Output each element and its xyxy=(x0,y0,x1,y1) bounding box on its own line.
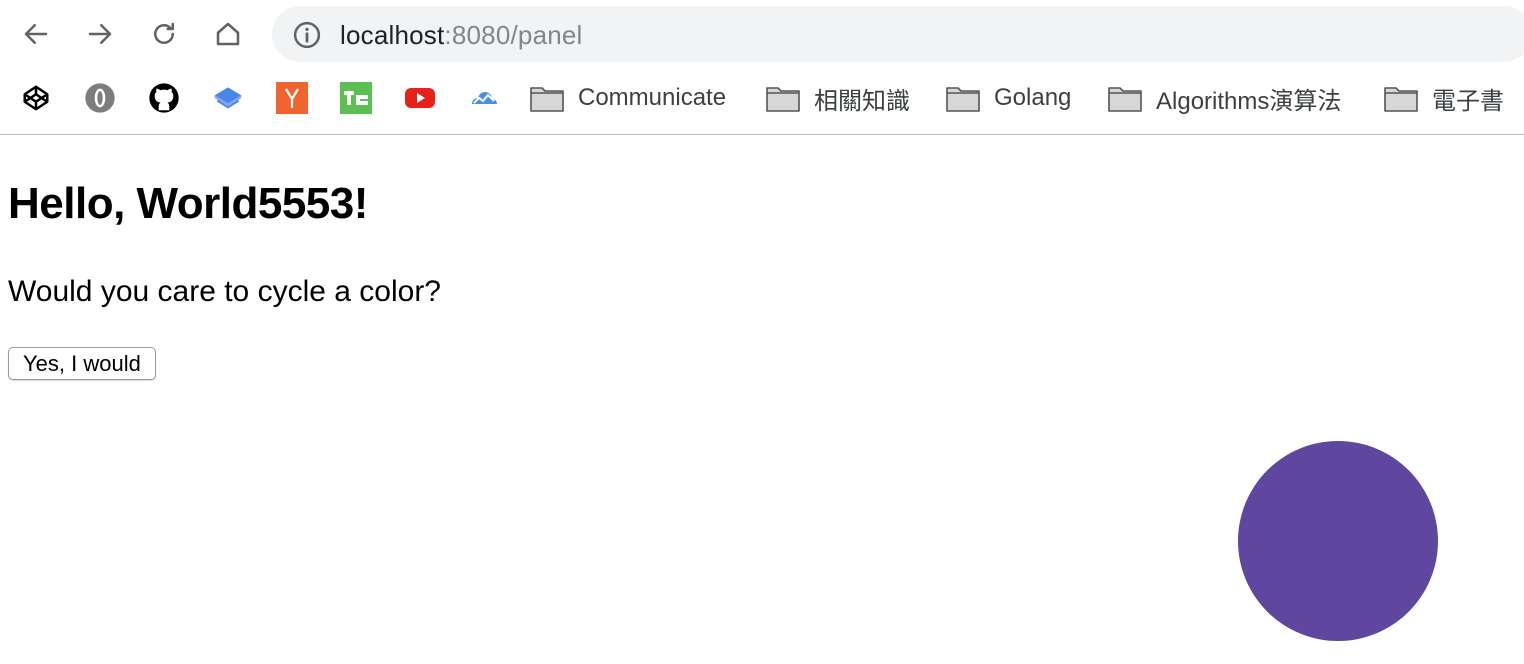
question-text: Would you care to cycle a color? xyxy=(8,275,441,308)
bookmark-youtube[interactable] xyxy=(404,82,436,114)
bookmark-folder-label: 相關知識 xyxy=(814,87,910,115)
bookmark-folder-algorithms[interactable]: Algorithms演算法 xyxy=(1108,80,1341,116)
bookmark-book[interactable] xyxy=(212,82,244,114)
techcrunch-icon xyxy=(340,82,372,114)
forward-arrow-icon xyxy=(88,24,112,44)
page-heading: Hello, World5553! xyxy=(8,179,368,228)
back-arrow-icon xyxy=(24,24,48,44)
ycombinator-icon xyxy=(276,82,308,114)
github-icon xyxy=(149,83,179,113)
youtube-icon xyxy=(405,88,435,108)
bookmarks-bar: Communicate 相關知識 Golang Algorithms演算法 電子… xyxy=(0,68,1524,135)
home-icon xyxy=(216,22,240,46)
cloud-chart-icon xyxy=(472,92,497,104)
address-bar[interactable]: localhost:8080/panel xyxy=(272,6,1524,62)
back-button[interactable] xyxy=(16,14,56,54)
url-text[interactable]: localhost:8080/panel xyxy=(340,20,583,50)
url-path: :8080/panel xyxy=(444,20,583,50)
bookmark-opera[interactable] xyxy=(84,82,116,114)
bookmark-folder-golang[interactable]: Golang xyxy=(946,80,1071,116)
folder-icon xyxy=(530,87,564,112)
bookmark-ycombinator[interactable] xyxy=(276,82,308,114)
reload-icon xyxy=(154,22,174,44)
bookmark-folder-knowledge[interactable]: 相關知識 xyxy=(766,80,910,116)
bookmark-github[interactable] xyxy=(148,82,180,114)
codepen-icon xyxy=(23,85,49,111)
color-circle xyxy=(1238,441,1438,641)
bookmark-folder-ebooks[interactable]: 電子書 xyxy=(1384,80,1504,116)
home-button[interactable] xyxy=(208,14,248,54)
bookmark-codepen[interactable] xyxy=(20,82,52,114)
bookmark-folder-label: Communicate xyxy=(578,84,727,111)
bookmark-folder-communicate[interactable]: Communicate xyxy=(530,80,726,116)
info-icon[interactable] xyxy=(292,20,322,50)
bookmark-folder-label: Golang xyxy=(994,84,1072,111)
page-content: Hello, World5553! Would you care to cycl… xyxy=(0,135,1524,664)
folder-icon xyxy=(1384,87,1418,112)
forward-button[interactable] xyxy=(80,14,120,54)
folder-icon xyxy=(946,87,980,112)
reload-button[interactable] xyxy=(144,14,184,54)
browser-toolbar: localhost:8080/panel xyxy=(0,0,1524,68)
bookmark-cloud[interactable] xyxy=(468,82,500,114)
url-host: localhost xyxy=(340,20,445,50)
bookmark-folder-label: 電子書 xyxy=(1432,87,1504,115)
cycle-color-button[interactable]: Yes, I would xyxy=(8,347,156,380)
bookmark-techcrunch[interactable] xyxy=(340,82,372,114)
folder-icon xyxy=(766,87,800,112)
bookmark-folder-label: Algorithms演算法 xyxy=(1156,87,1342,115)
book-icon xyxy=(214,87,242,109)
opera-icon xyxy=(85,83,115,113)
folder-icon xyxy=(1108,87,1142,112)
